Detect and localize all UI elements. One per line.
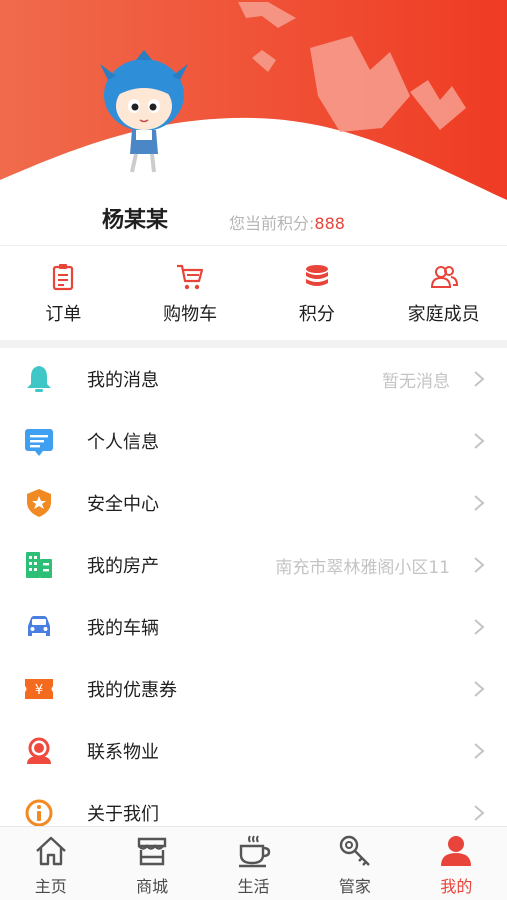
menu-item-security[interactable]: 安全中心 [0,472,507,534]
menu-item-vehicles[interactable]: 我的车辆 [0,596,507,658]
clipboard-icon [53,264,74,291]
store-icon [137,837,167,866]
service-icon [27,737,51,764]
chevron-right-icon [474,495,485,511]
chevron-right-icon [474,433,485,449]
chevron-right-icon [474,619,485,635]
family-icon [430,266,458,288]
points-value: 888 [314,214,345,233]
cart-icon [177,264,204,290]
section-divider [0,340,507,348]
quick-action-label: 购物车 [163,304,218,325]
profile-header: 杨某某 您当前积分:888 [0,0,507,245]
shield-icon [27,489,51,517]
svg-text:¥: ¥ [35,683,43,698]
menu-item-profile-info[interactable]: 个人信息 [0,410,507,472]
menu-item-label: 我的房产 [87,556,159,577]
menu-item-label: 我的消息 [87,370,159,391]
quick-action-label: 订单 [45,304,82,325]
home-icon [35,836,66,866]
key-icon [339,835,370,866]
coupon-icon: ¥ [25,679,53,699]
tab-label: 商城 [136,877,169,896]
tab-store[interactable]: 商城 [101,827,202,900]
chevron-right-icon [474,557,485,573]
chevron-right-icon [474,805,485,821]
menu-item-value: 暂无消息 [382,371,450,392]
car-icon [28,616,50,636]
chevron-right-icon [474,371,485,387]
menu-item-messages[interactable]: 我的消息 暂无消息 [0,348,507,410]
menu-item-coupons[interactable]: ¥ 我的优惠券 [0,658,507,720]
avatar[interactable] [96,50,192,180]
menu-item-value: 南充市翠林雅阁小区11 [275,557,450,578]
bell-icon [27,366,51,392]
menu-item-label: 关于我们 [87,804,159,825]
menu-item-property[interactable]: 我的房产 南充市翠林雅阁小区11 [0,534,507,596]
info-icon [25,799,53,827]
quick-action-cart[interactable]: 购物车 [127,246,254,340]
menu-item-label: 个人信息 [87,432,159,453]
tab-life[interactable]: 生活 [203,827,304,900]
tab-label: 我的 [440,877,473,896]
quick-action-label: 家庭成员 [407,304,480,325]
menu-item-label: 安全中心 [87,494,159,515]
person-icon [441,836,472,866]
tab-label: 生活 [237,877,270,896]
chevron-right-icon [474,743,485,759]
id-card-icon [25,429,53,456]
tab-label: 主页 [34,877,67,896]
tab-mine[interactable]: 我的 [406,827,507,900]
tab-label: 管家 [338,877,371,896]
menu-item-label: 我的优惠券 [87,680,177,701]
coins-icon [305,265,328,286]
bottom-tab-bar: 主页 商城 生活 管家 我的 [0,826,507,900]
quick-action-orders[interactable]: 订单 [0,246,127,340]
points-label: 您当前积分: [229,214,315,233]
menu-item-label: 联系物业 [87,742,159,763]
chevron-right-icon [474,681,485,697]
menu-item-label: 我的车辆 [87,618,159,639]
tab-butler[interactable]: 管家 [304,827,405,900]
building-icon [26,552,52,578]
coffee-icon [238,835,270,868]
points-display: 您当前积分:888 [229,210,345,234]
quick-action-label: 积分 [298,304,335,325]
menu-item-contact-property[interactable]: 联系物业 [0,720,507,782]
tab-home[interactable]: 主页 [0,827,101,900]
header-background [0,0,507,245]
quick-action-family[interactable]: 家庭成员 [380,246,507,340]
user-name: 杨某某 [102,208,169,233]
quick-actions: 订单 购物车 积分 家庭成员 [0,245,507,340]
menu-list: 我的消息 暂无消息 个人信息 安全中心 我的房产 南充市翠林雅阁小区11 我的车… [0,348,507,844]
quick-action-points[interactable]: 积分 [254,246,381,340]
